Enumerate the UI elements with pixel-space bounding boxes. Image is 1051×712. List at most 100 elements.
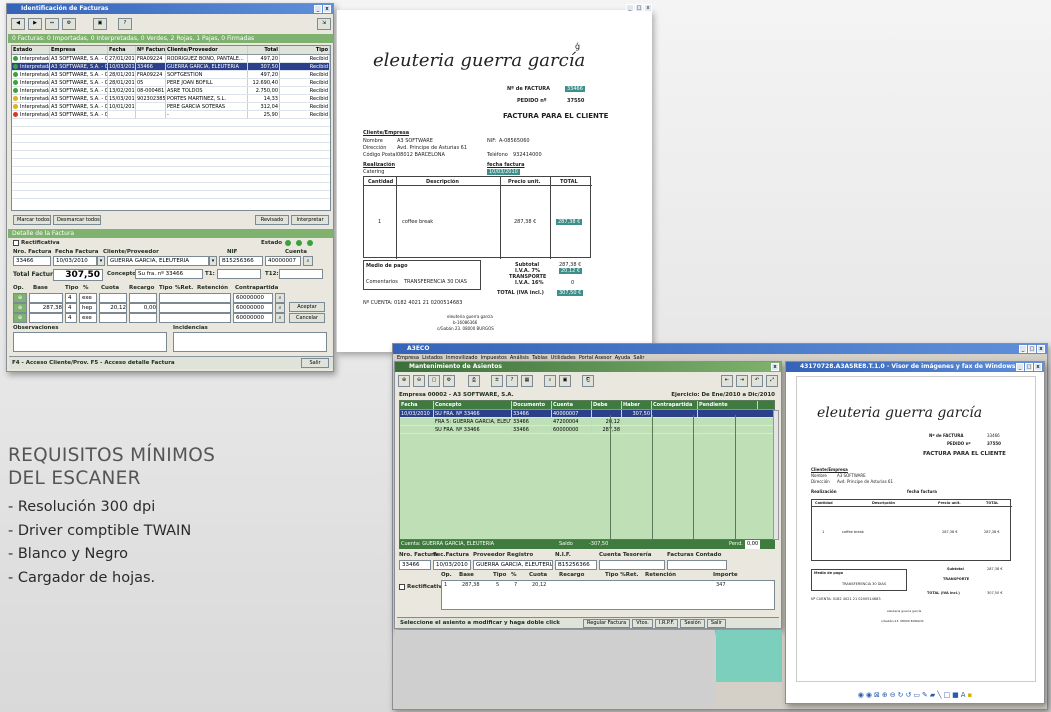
contrapartida-field[interactable]: 60000000 (233, 303, 273, 313)
calc-icon[interactable]: ± (491, 375, 503, 387)
exit-icon[interactable]: ⇲ (317, 18, 331, 30)
help-icon[interactable]: ? (506, 375, 518, 387)
add-icon[interactable]: ⊕ (398, 375, 410, 387)
concepto-field[interactable]: Su fra. nº 33466 (135, 269, 203, 279)
window-titlebar[interactable]: 43170728.A3ASRE8.T.1.0 - Visor de imágen… (786, 362, 1044, 372)
window-titlebar[interactable]: Identificación de Facturas _ x (7, 4, 333, 14)
table-row[interactable]: InterpretadaA3 SOFTWARE, S.A. - 0000228/… (12, 71, 330, 79)
nif-field[interactable]: B15256366 (219, 256, 263, 266)
unmark-all-button[interactable]: Desmarcar todos (53, 215, 101, 225)
highlight-icon[interactable]: ▰ (930, 691, 935, 699)
maximize-button[interactable]: □ (635, 4, 643, 12)
rectificativa-checkbox[interactable] (399, 584, 405, 590)
tipo-field[interactable]: 4 (65, 303, 77, 313)
action-button[interactable]: Salir (706, 619, 726, 628)
t1-field[interactable] (217, 269, 261, 279)
recargo-field[interactable]: 0,00 (129, 303, 157, 313)
retencion-field[interactable] (159, 303, 231, 313)
table-row[interactable]: InterpretadaA3 SOFTWARE, S.A. - 0000213/… (12, 87, 330, 95)
select-icon[interactable]: ▭ (913, 691, 920, 699)
pct-field[interactable]: exe (79, 293, 97, 303)
tax-cell[interactable]: 287,38 (462, 582, 480, 588)
base-field[interactable] (29, 293, 63, 303)
col-empresa[interactable]: Empresa (50, 46, 108, 54)
incidencias-textarea[interactable] (173, 332, 327, 352)
fecha-factura-field[interactable]: 10/03/2010 (53, 256, 97, 266)
search-icon[interactable]: ⌕ (544, 375, 556, 387)
close-button[interactable]: x (1037, 345, 1045, 353)
first-record-icon[interactable]: ◀ (11, 18, 25, 30)
op-line-button[interactable]: ⊕ (13, 293, 27, 303)
table-row[interactable]: InterpretadaA3 SOFTWARE, S.A. - 0000210/… (12, 63, 330, 71)
tax-cell[interactable]: 20,12 (532, 582, 546, 588)
tipo-field[interactable]: 4 (65, 313, 77, 323)
col-tipo[interactable]: Tipo (280, 46, 330, 54)
window-titlebar[interactable]: Mantenimiento de Asientos x (395, 362, 781, 372)
tax-cell[interactable]: 347 (716, 582, 726, 588)
cuota-field[interactable] (99, 313, 127, 323)
total-factura-field[interactable]: 307,50 (53, 269, 103, 281)
nav-first-icon[interactable]: ⇤ (721, 375, 733, 387)
col-estado[interactable]: Estado (12, 46, 50, 54)
op-line-button[interactable]: ⊕ (13, 303, 27, 313)
attach-icon[interactable]: ⎗ (582, 375, 594, 387)
close-button[interactable]: x (644, 4, 652, 12)
invoice-header-field[interactable]: GUERRA GARCIA, ELEUTERIA (473, 560, 553, 570)
print-icon[interactable]: ⎙ (468, 375, 480, 387)
accept-button[interactable]: Aceptar (289, 302, 325, 312)
minimize-button[interactable]: _ (1019, 345, 1027, 353)
maximize-button[interactable]: □ (1025, 363, 1033, 371)
grid-icon[interactable]: ▦ (521, 375, 533, 387)
pct-field[interactable]: exe (79, 313, 97, 323)
col-cliente[interactable]: Cliente/Proveedor (166, 46, 248, 54)
cuenta-search-icon[interactable]: ⌕ (303, 256, 313, 266)
col-numero[interactable]: Nº Factura (136, 46, 166, 54)
journal-col-header[interactable]: Cuenta (552, 401, 592, 409)
tipo-field[interactable]: 4 (65, 293, 77, 303)
table-row[interactable]: InterpretadaA3 SOFTWARE, S.A. - 00002 -25… (12, 111, 330, 119)
contrapartida-search-icon[interactable]: ⌕ (275, 313, 285, 323)
reviewed-button[interactable]: Revisado (255, 215, 289, 225)
table-row[interactable]: InterpretadaA3 SOFTWARE, S.A. - 0000227/… (12, 55, 330, 63)
contrapartida-field[interactable]: 60000000 (233, 313, 273, 323)
tax-cell[interactable]: 7 (514, 582, 517, 588)
settings-icon[interactable]: ⚙ (443, 375, 455, 387)
expand-icon[interactable]: ⤢ (766, 375, 778, 387)
date-dropdown-icon[interactable]: ▾ (97, 256, 105, 266)
contrapartida-search-icon[interactable]: ⌕ (275, 303, 285, 313)
next-icon[interactable]: ◉ (866, 691, 872, 699)
mark-all-button[interactable]: Marcar todos (13, 215, 51, 225)
zoom-in-icon[interactable]: ⊕ (882, 691, 888, 699)
pen-icon[interactable]: ✎ (922, 691, 928, 699)
cuota-field[interactable] (99, 293, 127, 303)
retencion-field[interactable] (159, 293, 231, 303)
table-row[interactable]: InterpretadaA3 SOFTWARE, S.A. - 0000228/… (12, 79, 330, 87)
image-icon[interactable]: ▣ (93, 18, 107, 30)
contrapartida-field[interactable]: 60000000 (233, 293, 273, 303)
close-button[interactable]: x (323, 5, 331, 13)
close-button[interactable]: x (1034, 363, 1042, 371)
col-total[interactable]: Total (248, 46, 280, 54)
undo-icon[interactable]: ↶ (751, 375, 763, 387)
cuenta-field[interactable]: 40000007 (265, 256, 301, 266)
action-button[interactable]: Vtos. (632, 619, 653, 628)
close-button[interactable]: x (771, 363, 779, 371)
interpret-button[interactable]: Interpretar (291, 215, 329, 225)
invoice-header-field[interactable]: 10/03/2010 (433, 560, 471, 570)
invoice-header-field[interactable]: B15256366 (555, 560, 597, 570)
journal-col-header[interactable]: Documento (512, 401, 552, 409)
contrapartida-search-icon[interactable]: ⌕ (275, 293, 285, 303)
line-icon[interactable]: ╲ (937, 691, 941, 699)
action-button[interactable]: Sesión (680, 619, 705, 628)
help-icon[interactable]: ? (118, 18, 132, 30)
cuenta-tesoreria-field[interactable] (599, 560, 665, 570)
text-icon[interactable]: A (961, 691, 966, 699)
recargo-field[interactable] (129, 293, 157, 303)
cliente-dropdown-icon[interactable]: ▾ (209, 256, 217, 266)
cancel-button[interactable]: Cancelar (289, 313, 325, 323)
minimize-button[interactable]: _ (314, 5, 322, 13)
journal-col-header[interactable]: Contrapartida (652, 401, 698, 409)
image-icon[interactable]: ▣ (559, 375, 571, 387)
rotate-icon[interactable]: ↻ (898, 691, 904, 699)
t12-field[interactable] (279, 269, 323, 279)
